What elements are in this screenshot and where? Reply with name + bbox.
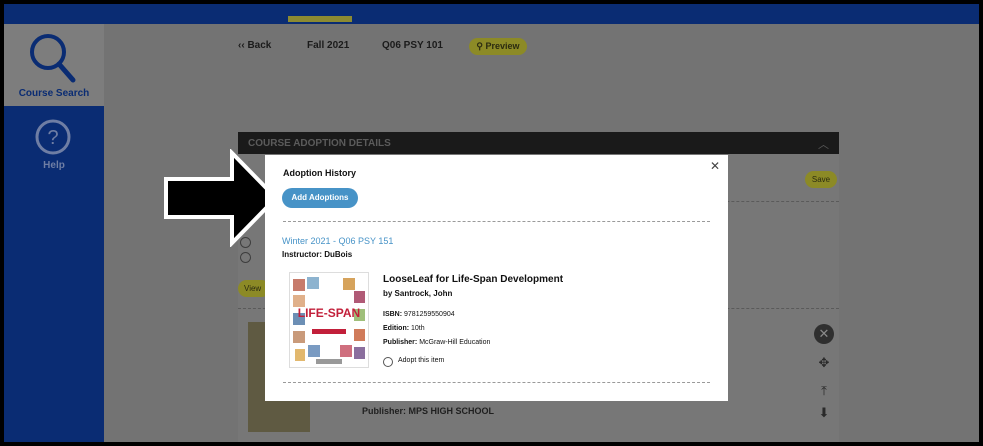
add-adoptions-button[interactable]: Add Adoptions [282, 188, 358, 208]
active-tab-indicator [288, 16, 352, 22]
book-author: by Santrock, John [383, 289, 453, 298]
radio-option[interactable] [240, 252, 251, 263]
search-icon [30, 34, 76, 83]
svg-text:LIFE-SPAN: LIFE-SPAN [298, 306, 360, 320]
sidebar-item-label: Course Search [18, 88, 90, 99]
remove-icon[interactable]: ✕ [814, 324, 834, 344]
preview-button[interactable]: ⚲ Preview [469, 38, 527, 55]
move-icon[interactable]: ✥ [814, 353, 834, 373]
app-frame: Course Search ? Help ‹‹ Back Fall 2021 Q… [4, 4, 979, 442]
adopt-item-radio[interactable] [383, 357, 393, 367]
term-label: Fall 2021 [307, 40, 350, 51]
preview-label: Preview [485, 41, 520, 51]
divider [283, 382, 710, 383]
course-link[interactable]: Winter 2021 - Q06 PSY 151 [282, 236, 393, 246]
adoption-history-modal: Adoption History ✕ Add Adoptions Winter … [265, 155, 728, 401]
back-link[interactable]: ‹‹ Back [238, 40, 271, 51]
adopt-item-label[interactable]: Adopt this item [398, 357, 444, 364]
sidebar-item-course-search[interactable]: Course Search [4, 24, 104, 106]
book-edition: Edition: 10th [383, 325, 425, 332]
pointer-arrow-icon [164, 149, 279, 247]
back-label: Back [247, 40, 272, 51]
book-cover: LIFE-SPAN [289, 272, 369, 368]
book-publisher: Publisher: McGraw-Hill Education [383, 339, 491, 346]
chevron-left-icon: ‹‹ [238, 40, 245, 51]
instructor-label: Instructor: DuBois [282, 250, 353, 259]
close-icon[interactable]: ✕ [710, 159, 720, 173]
book-title: LooseLeaf for Life-Span Development [383, 274, 564, 285]
modal-title: Adoption History [283, 168, 356, 178]
help-icon: ? [35, 119, 71, 155]
book-isbn: ISBN: 9781259550904 [383, 311, 455, 318]
publisher-line: Publisher: MPS HIGH SCHOOL [362, 406, 495, 416]
course-label: Q06 PSY 101 [382, 40, 443, 51]
move-top-icon[interactable]: ⤒ [814, 381, 834, 401]
save-button[interactable]: Save [805, 171, 837, 188]
book-cover-art: LIFE-SPAN [290, 273, 368, 367]
divider [283, 221, 710, 222]
svg-text:?: ? [47, 127, 58, 149]
sidebar-item-label: Help [43, 160, 65, 171]
move-down-icon[interactable]: ⬇ [814, 403, 834, 423]
section-header[interactable]: COURSE ADOPTION DETAILS ︿ [238, 132, 839, 154]
search-icon: ⚲ [476, 41, 484, 51]
top-bar [4, 4, 979, 24]
chevron-up-icon[interactable]: ︿ [818, 136, 829, 152]
sidebar: Course Search ? Help [4, 24, 104, 442]
section-title: COURSE ADOPTION DETAILS [248, 138, 391, 149]
